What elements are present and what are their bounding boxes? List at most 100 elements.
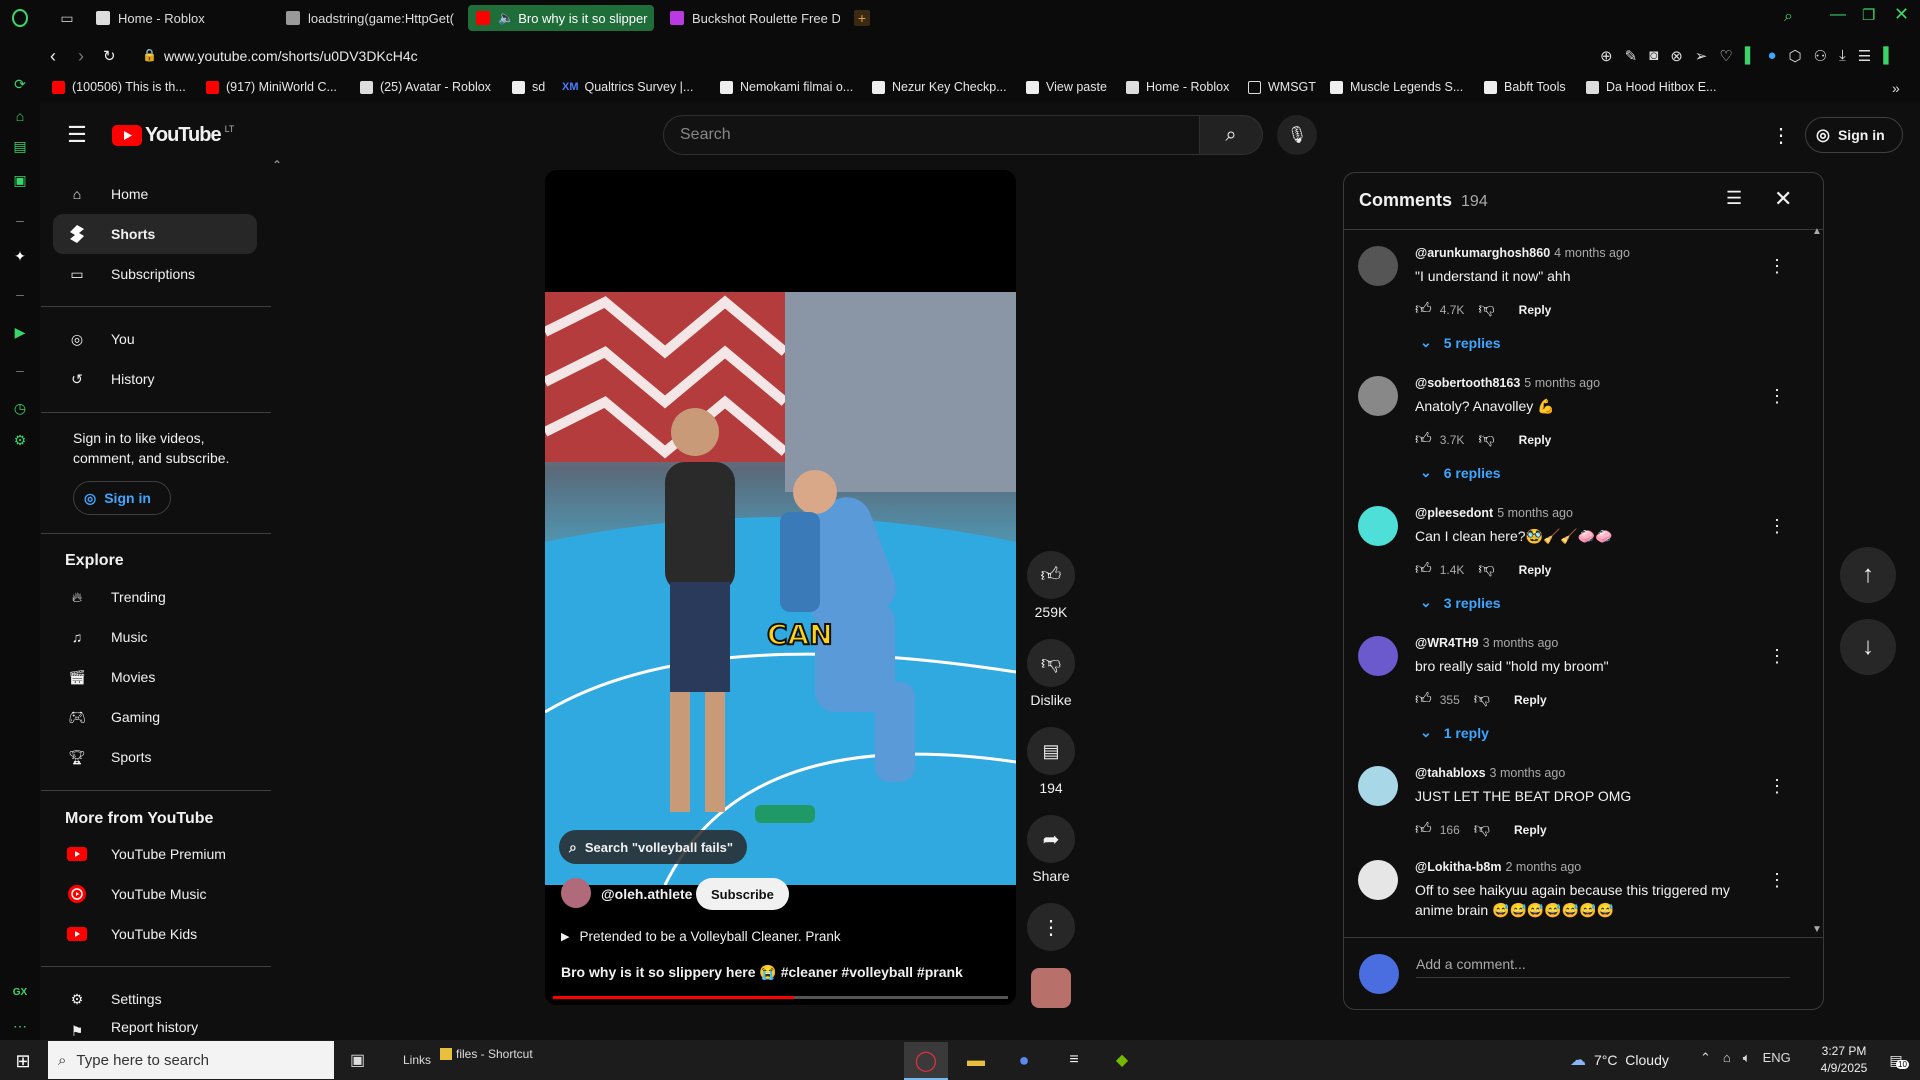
- speaker-icon[interactable]: 🔈: [498, 10, 514, 26]
- sidebar-item-report-history[interactable]: ⚑ Report history: [53, 1019, 257, 1040]
- bookmark-item[interactable]: (917) MiniWorld C...: [206, 80, 337, 94]
- language-indicator[interactable]: ENG: [1763, 1050, 1791, 1066]
- sidebar-item-sports[interactable]: 🏆︎ Sports: [53, 737, 257, 777]
- block-icon[interactable]: ⊗: [1670, 47, 1683, 65]
- dislike-icon[interactable]: 👎︎: [1478, 300, 1494, 319]
- close-icon[interactable]: ✕: [1774, 186, 1792, 212]
- zoom-icon[interactable]: ⊕: [1600, 47, 1613, 65]
- comments-button[interactable]: ▤: [1027, 727, 1075, 775]
- comment-more-icon[interactable]: ⋮: [1768, 646, 1786, 667]
- comment-avatar[interactable]: [1358, 860, 1398, 900]
- opera-logo-icon[interactable]: [10, 8, 30, 28]
- sidebar-item-music[interactable]: ♫ Music: [53, 617, 257, 657]
- view-replies-button[interactable]: ⌄ 3 replies: [1420, 594, 1501, 611]
- comment-avatar[interactable]: [1358, 376, 1398, 416]
- dislike-button[interactable]: 👎︎: [1027, 639, 1075, 687]
- comment-more-icon[interactable]: ⋮: [1768, 256, 1786, 277]
- more-actions-button[interactable]: ⋮: [1027, 903, 1075, 951]
- download-icon[interactable]: ⤓: [1839, 47, 1846, 65]
- comment-more-icon[interactable]: ⋮: [1768, 776, 1786, 797]
- comment-author[interactable]: @arunkumarghosh860 4 months ago: [1415, 246, 1630, 260]
- sidebar-sign-in-button[interactable]: ◎ Sign in: [73, 481, 171, 515]
- url-field[interactable]: www.youtube.com/shorts/u0DV3DKcH4c: [164, 48, 418, 64]
- sidebar-item-history[interactable]: ↺ History: [53, 359, 257, 399]
- sidebar-item-settings[interactable]: ⚙ Settings: [53, 979, 257, 1019]
- previous-short-button[interactable]: ↑: [1840, 547, 1896, 603]
- reply-button[interactable]: Reply: [1514, 693, 1547, 707]
- tab-buckshot[interactable]: Buckshot Roulette Free D: [662, 5, 840, 31]
- comment-avatar[interactable]: [1358, 636, 1398, 676]
- notification-center-icon[interactable]: ▤ 10: [1884, 1048, 1909, 1072]
- sidebar-item-gaming[interactable]: 🎮︎ Gaming: [53, 697, 257, 737]
- comment-avatar[interactable]: [1358, 766, 1398, 806]
- bookmark-item[interactable]: Muscle Legends S...: [1330, 80, 1463, 94]
- dislike-icon[interactable]: 👎︎: [1478, 430, 1494, 449]
- sidebar-item-youtube-music[interactable]: YouTube Music: [53, 874, 257, 914]
- bookmarks-overflow-icon[interactable]: »: [1892, 80, 1900, 96]
- search-tabs-icon[interactable]: ⌕: [1784, 8, 1793, 26]
- comment-author[interactable]: @Lokitha-b8m 2 months ago: [1415, 860, 1581, 874]
- bookmark-item[interactable]: Nemokami filmai o...: [720, 80, 853, 94]
- comment-author[interactable]: @tahabloxs 3 months ago: [1415, 766, 1565, 780]
- channel-name[interactable]: @oleh.athlete: [601, 886, 692, 902]
- settings-menu-icon[interactable]: ⋮: [1766, 120, 1796, 150]
- reply-button[interactable]: Reply: [1514, 823, 1547, 837]
- dislike-icon[interactable]: 👎︎: [1474, 690, 1490, 709]
- more-icon[interactable]: ⋯: [10, 1016, 30, 1036]
- bookmark-item[interactable]: (25) Avatar - Roblox: [360, 80, 491, 94]
- volume-icon[interactable]: 🔈︎: [1743, 1050, 1751, 1066]
- reply-button[interactable]: Reply: [1519, 563, 1552, 577]
- weather-widget[interactable]: ☁ 7°C Cloudy: [1570, 1050, 1669, 1070]
- sidebar-item-home[interactable]: ⌂ Home: [53, 174, 257, 214]
- scroll-down-icon[interactable]: ▼: [1812, 924, 1822, 935]
- nvidia-icon[interactable]: ◆: [1108, 1048, 1136, 1072]
- clock[interactable]: 3:27 PM 4/9/2025: [1806, 1043, 1882, 1077]
- dislike-icon[interactable]: 👎︎: [1478, 560, 1494, 579]
- vpn-icon[interactable]: ●: [1767, 47, 1776, 65]
- refresh-icon[interactable]: ⟳: [10, 74, 30, 94]
- channel-avatar[interactable]: [561, 878, 591, 908]
- search-button[interactable]: ⌕: [1199, 115, 1263, 155]
- tab-search-icon[interactable]: ▭: [58, 9, 76, 27]
- comment-author[interactable]: @sobertooth8163 5 months ago: [1415, 376, 1600, 390]
- settings-icon[interactable]: ⚙: [10, 430, 30, 450]
- comment-more-icon[interactable]: ⋮: [1768, 386, 1786, 407]
- share-button[interactable]: ➦: [1027, 815, 1075, 863]
- taskbar-opera[interactable]: ◯: [904, 1042, 948, 1080]
- comment-more-icon[interactable]: ⋮: [1768, 870, 1786, 891]
- links-toolbar[interactable]: Links: [403, 1053, 431, 1067]
- ai-icon[interactable]: ✦: [10, 246, 30, 266]
- bookmark-item[interactable]: Home - Roblox: [1126, 80, 1229, 94]
- close-window-icon[interactable]: ✕: [1894, 4, 1909, 25]
- sidebar-item-trending[interactable]: 🔥︎ Trending: [53, 577, 257, 617]
- windows-start-icon[interactable]: ⊞: [12, 1050, 34, 1072]
- subscribe-button[interactable]: Subscribe: [696, 878, 789, 910]
- twitch-icon[interactable]: ▤: [10, 136, 30, 156]
- store-icon[interactable]: ⌂: [10, 106, 30, 126]
- network-icon[interactable]: ⌂: [1723, 1050, 1731, 1066]
- tab-loadstring[interactable]: loadstring(game:HttpGet(: [278, 5, 456, 31]
- voice-search-button[interactable]: 🎙: [1277, 115, 1317, 155]
- new-tab-button[interactable]: +: [854, 10, 870, 26]
- youtube-logo[interactable]: YouTube LT: [112, 124, 234, 147]
- sidebar-item-shorts[interactable]: Shorts: [53, 214, 257, 254]
- taskbar-search-input[interactable]: ⌕ Type here to search: [48, 1041, 334, 1079]
- dislike-icon[interactable]: 👎︎: [1474, 820, 1490, 839]
- like-icon[interactable]: 👍︎: [1415, 560, 1432, 579]
- comment-avatar[interactable]: [1358, 246, 1398, 286]
- bookmark-item[interactable]: XM Qualtrics Survey |...: [562, 80, 693, 94]
- comment-author[interactable]: @WR4TH9 3 months ago: [1415, 636, 1558, 650]
- progress-track[interactable]: [553, 996, 1008, 999]
- like-icon[interactable]: 👍︎: [1415, 300, 1432, 319]
- sidebar-item-kids[interactable]: YouTube Kids: [53, 914, 257, 954]
- next-short-button[interactable]: ↓: [1840, 619, 1896, 675]
- tab-youtube-active[interactable]: 🔈 Bro why is it so slipper: [468, 5, 654, 31]
- heart-icon[interactable]: ♡: [1719, 47, 1732, 65]
- app-icon[interactable]: ≡: [1060, 1048, 1088, 1072]
- view-replies-button[interactable]: ⌄ 6 replies: [1420, 464, 1501, 481]
- view-replies-button[interactable]: ⌄ 5 replies: [1420, 334, 1501, 351]
- back-icon[interactable]: ‹: [50, 46, 56, 67]
- bookmark-item[interactable]: View paste: [1026, 80, 1107, 94]
- add-comment-input[interactable]: Add a comment...: [1416, 954, 1790, 978]
- hamburger-menu-icon[interactable]: ☰: [64, 122, 90, 148]
